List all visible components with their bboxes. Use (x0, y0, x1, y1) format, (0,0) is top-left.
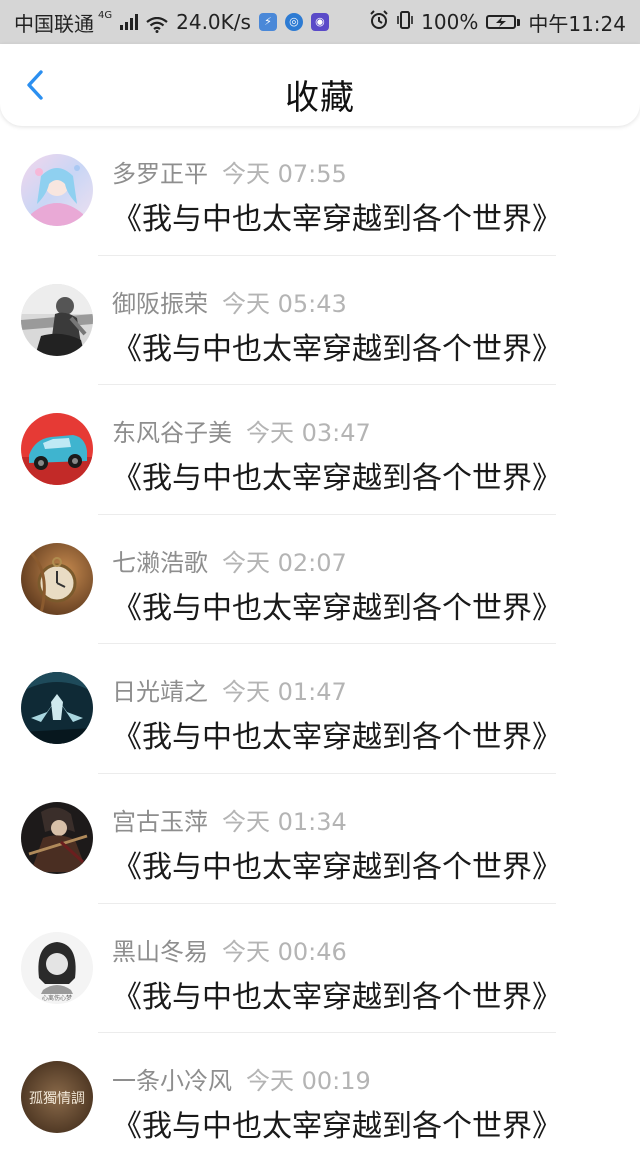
user-name[interactable]: 一条小冷风 (112, 1067, 232, 1095)
list-item[interactable]: 多罗正平 今天 07:55 《我与中也太宰穿越到各个世界》 (0, 126, 640, 256)
avatar-caption: 孤獨情調 (29, 1091, 85, 1107)
favorites-list: 多罗正平 今天 07:55 《我与中也太宰穿越到各个世界》 御阪振荣 今天 05:4… (0, 126, 640, 1163)
book-title[interactable]: 《我与中也太宰穿越到各个世界》 (112, 194, 562, 238)
timestamp: 今天 00:19 (246, 1067, 371, 1096)
user-line: 宫古玉萍 今天 01:34 (112, 802, 347, 837)
book-title[interactable]: 《我与中也太宰穿越到各个世界》 (112, 1101, 562, 1145)
avatar[interactable]: 心离伤心梦 (21, 931, 93, 1004)
book-title[interactable]: 《我与中也太宰穿越到各个世界》 (112, 842, 562, 886)
vibrate-icon (397, 10, 413, 35)
list-item[interactable]: 东风谷子美 今天 03:47 《我与中也太宰穿越到各个世界》 (0, 385, 640, 515)
clock: 中午11:24 (528, 11, 626, 36)
user-name[interactable]: 东风谷子美 (112, 419, 232, 447)
status-bar-right: 100% 中午11:24 (369, 8, 626, 37)
user-name[interactable]: 御阪振荣 (112, 290, 208, 318)
list-item[interactable]: 日光靖之 今天 01:47 《我与中也太宰穿越到各个世界》 (0, 644, 640, 774)
battery-icon (486, 15, 521, 29)
user-line: 七濑浩歌 今天 02:07 (112, 543, 347, 578)
avatar[interactable] (21, 154, 93, 226)
globe-app-icon: ◎ (284, 13, 303, 31)
list-item[interactable]: 孤獨情調 一条小冷风 今天 00:19 《我与中也太宰穿越到各个世界》 (0, 1033, 640, 1163)
user-name[interactable]: 日光靖之 (112, 678, 208, 706)
app-notification-icon: ◉ (310, 13, 329, 31)
avatar[interactable] (21, 413, 93, 486)
timestamp: 今天 01:47 (222, 678, 347, 707)
battery-percent: 100% (421, 10, 479, 34)
signal-icon (120, 14, 139, 30)
power-saver-icon: ⚡ (258, 13, 277, 31)
user-line: 日光靖之 今天 01:47 (112, 672, 347, 707)
book-title[interactable]: 《我与中也太宰穿越到各个世界》 (112, 972, 562, 1016)
carrier-name: 中国联通 (14, 11, 94, 36)
book-title[interactable]: 《我与中也太宰穿越到各个世界》 (112, 712, 562, 756)
list-item[interactable]: 七濑浩歌 今天 02:07 《我与中也太宰穿越到各个世界》 (0, 515, 640, 645)
status-bar: 中国联通 4G 24.0K/s ⚡ ◎ ◉ 100% 中午11:24 (0, 0, 640, 44)
list-item[interactable]: 宫古玉萍 今天 01:34 《我与中也太宰穿越到各个世界》 (0, 774, 640, 904)
user-line: 黑山冬易 今天 00:46 (112, 932, 347, 967)
wifi-icon (146, 14, 168, 33)
page-title: 收藏 (285, 78, 355, 118)
user-line: 多罗正平 今天 07:55 (112, 154, 347, 189)
timestamp: 今天 00:46 (222, 937, 347, 966)
nav-header: 收藏 (0, 44, 640, 126)
timestamp: 今天 02:07 (222, 548, 347, 577)
avatar[interactable]: 孤獨情調 (21, 1061, 93, 1134)
alarm-icon (369, 9, 389, 35)
book-title[interactable]: 《我与中也太宰穿越到各个世界》 (112, 324, 562, 368)
user-name[interactable]: 多罗正平 (112, 160, 208, 188)
book-title[interactable]: 《我与中也太宰穿越到各个世界》 (112, 453, 562, 497)
user-line: 一条小冷风 今天 00:19 (112, 1061, 371, 1096)
list-item[interactable]: 御阪振荣 今天 05:43 《我与中也太宰穿越到各个世界》 (0, 256, 640, 386)
avatar[interactable] (21, 801, 93, 874)
network-type: 4G (98, 9, 113, 21)
list-item[interactable]: 心离伤心梦 黑山冬易 今天 00:46 《我与中也太宰穿越到各个世界》 (0, 904, 640, 1034)
user-name[interactable]: 宫古玉萍 (112, 808, 208, 836)
timestamp: 今天 03:47 (246, 419, 371, 448)
network-speed: 24.0K/s (176, 10, 251, 34)
avatar[interactable] (21, 542, 93, 615)
avatar-caption: 心离伤心梦 (42, 994, 72, 1002)
user-name[interactable]: 七濑浩歌 (112, 549, 208, 577)
timestamp: 今天 07:55 (222, 160, 347, 188)
book-title[interactable]: 《我与中也太宰穿越到各个世界》 (112, 583, 562, 627)
user-line: 御阪振荣 今天 05:43 (112, 284, 347, 319)
user-line: 东风谷子美 今天 03:47 (112, 413, 371, 448)
avatar[interactable] (21, 672, 93, 745)
timestamp: 今天 05:43 (222, 289, 347, 318)
user-name[interactable]: 黑山冬易 (112, 938, 208, 966)
status-bar-left: 中国联通 4G 24.0K/s ⚡ ◎ ◉ (14, 8, 329, 37)
avatar[interactable] (21, 283, 93, 356)
timestamp: 今天 01:34 (222, 807, 347, 836)
